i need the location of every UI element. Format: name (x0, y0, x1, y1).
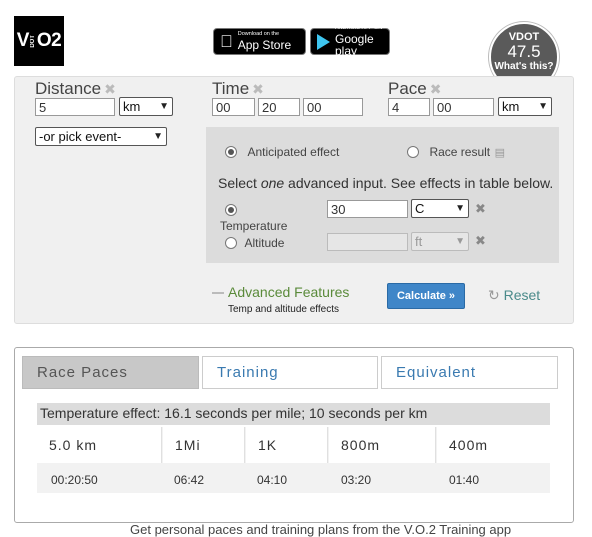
time-minutes-input[interactable]: 20 (258, 98, 300, 116)
altitude-unit-select[interactable]: ft ▼ (411, 232, 469, 251)
time-seconds-input[interactable]: 00 (303, 98, 363, 116)
instruction-pre: Select (218, 175, 261, 191)
column-header: 400m (437, 427, 550, 463)
race-result-label: Race result (429, 145, 491, 159)
altitude-label: Altitude (244, 236, 285, 250)
temperature-label: Temperature (220, 219, 288, 233)
pace-seconds-input[interactable]: 00 (433, 98, 494, 116)
whats-this-link[interactable]: What's this? (491, 61, 557, 72)
clear-temperature-icon[interactable]: ✖ (475, 201, 486, 217)
appstore-small-text: Download on the (225, 31, 279, 38)
refresh-icon: ↻ (488, 287, 500, 303)
anticipated-effect-label: Anticipated effect (247, 145, 340, 159)
instruction-post: advanced input. See effects in table bel… (284, 175, 554, 191)
temperature-effect-bar: Temperature effect: 16.1 seconds per mil… (37, 403, 550, 425)
calculate-button[interactable]: Calculate » (387, 283, 465, 309)
clear-distance-icon[interactable]: ✖ (104, 81, 116, 97)
altitude-option[interactable]: Altitude (225, 236, 284, 254)
vdot-value: 47.5 (507, 42, 541, 61)
event-select[interactable]: -or pick event- ▼ (35, 127, 167, 146)
advanced-features-label: Advanced Features (228, 284, 350, 300)
logo-small-text: DOT (29, 34, 36, 48)
play-icon (317, 33, 330, 50)
column-value: 03:20 (341, 473, 372, 487)
distance-unit-select[interactable]: km ▼ (119, 97, 173, 116)
apple-icon:  (220, 33, 233, 50)
clear-pace-icon[interactable]: ✖ (430, 81, 442, 97)
tab-training[interactable]: Training (202, 356, 378, 389)
app-store-badge[interactable]:  Download on the App Store (213, 28, 306, 55)
chevron-down-icon: ▼ (153, 131, 163, 142)
googleplay-small-text: ANDROID APP ON (335, 25, 383, 32)
pace-heading: Pace ✖ (388, 79, 441, 99)
race-result-radio[interactable] (407, 146, 419, 158)
distance-input[interactable]: 5 (35, 98, 115, 116)
chevron-down-icon: ▼ (455, 236, 465, 247)
collapse-icon (212, 292, 224, 295)
reset-label: Reset (503, 287, 541, 303)
column-header: 1Mi (163, 427, 245, 463)
instruction-emphasis: one (260, 175, 285, 191)
temperature-input[interactable]: 30 (327, 200, 408, 218)
column-value: 01:40 (449, 473, 480, 487)
temperature-unit-value: C (415, 201, 425, 216)
distance-unit-value: km (123, 99, 141, 114)
document-icon: ▤ (494, 147, 506, 159)
reset-button[interactable]: ↻ Reset (488, 287, 540, 304)
column-value: 00:20:50 (51, 473, 98, 487)
clear-time-icon[interactable]: ✖ (252, 81, 264, 97)
distance-label: Distance (35, 79, 102, 98)
vdot-o2-logo[interactable]: V DOT O2 (14, 16, 64, 66)
chevron-down-icon: ▼ (455, 203, 465, 214)
race-result-option[interactable]: Race result ▤ (407, 145, 505, 163)
googleplay-large-text: Google play (335, 31, 374, 58)
tab-equivalent[interactable]: Equivalent (381, 356, 558, 389)
advanced-features-subtitle: Temp and altitude effects (228, 304, 339, 315)
pace-unit-value: km (502, 99, 520, 114)
appstore-large-text: App Store (225, 37, 291, 52)
column-value: 06:42 (174, 473, 205, 487)
pace-label: Pace (388, 79, 427, 98)
clear-altitude-icon[interactable]: ✖ (475, 233, 486, 249)
distance-heading: Distance ✖ (35, 79, 116, 99)
time-label: Time (212, 79, 250, 98)
google-play-badge[interactable]: ANDROID APP ON Google play (310, 25, 390, 58)
pace-minutes-input[interactable]: 4 (388, 98, 430, 116)
time-heading: Time ✖ (212, 79, 264, 99)
chevron-down-icon: ▼ (538, 101, 548, 112)
event-select-value: -or pick event- (39, 129, 122, 144)
anticipated-effect-option[interactable]: Anticipated effect (225, 145, 339, 163)
altitude-input[interactable] (327, 233, 408, 251)
tab-race-paces[interactable]: Race Paces (22, 356, 199, 389)
column-value: 04:10 (257, 473, 288, 487)
time-hours-input[interactable]: 00 (212, 98, 255, 116)
altitude-radio[interactable] (225, 237, 237, 249)
logo-text: V (16, 30, 30, 51)
column-header: 5.0 km (37, 427, 162, 463)
column-header: 1K (246, 427, 328, 463)
column-header: 800m (329, 427, 436, 463)
temperature-unit-select[interactable]: C ▼ (411, 199, 469, 218)
anticipated-effect-radio[interactable] (225, 146, 237, 158)
altitude-unit-value: ft (415, 234, 423, 249)
chevron-down-icon: ▼ (159, 101, 169, 112)
race-paces-table: 5.0 km 1Mi 1K 800m 400m 00:20:50 06:42 0… (37, 427, 550, 493)
advanced-features-toggle[interactable]: Advanced Features (212, 284, 349, 300)
temperature-radio[interactable] (225, 204, 237, 216)
logo-suffix: O2 (36, 30, 62, 51)
pace-unit-select[interactable]: km ▼ (498, 97, 552, 116)
advanced-instruction: Select one advanced input. See effects i… (218, 175, 553, 191)
